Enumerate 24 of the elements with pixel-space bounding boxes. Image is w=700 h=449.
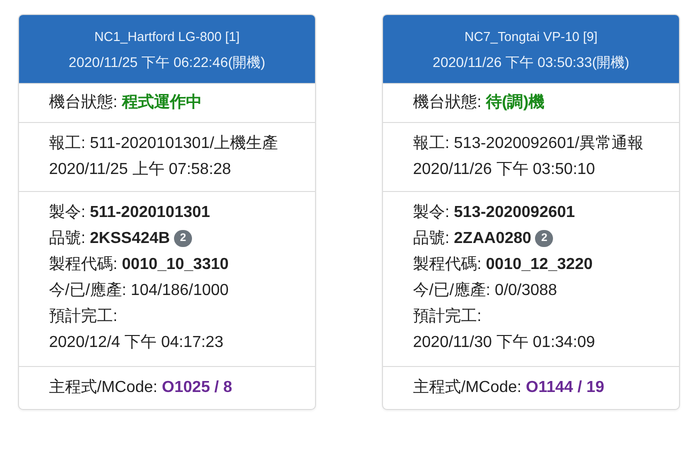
report-text: 報工: 513-2020092601/異常通報 2020/11/26 下午 03:50:10 [413, 134, 644, 180]
detail-text: 製令: 513-2020092601 [413, 204, 575, 221]
mcode-text: 主程式/MCode: O1144 / 19 [413, 379, 604, 396]
header-timestamp: 2020/11/25 下午 06:22:46(開機) [68, 53, 266, 72]
detail-label: 預計完工: [49, 306, 118, 327]
machine-title: NC7_Tongtai VP-10 [9] [464, 28, 598, 46]
machine-status: 機台狀態: 待(調)機 [413, 94, 545, 111]
header-timestamp: 2020/11/26 下午 03:50:33(開機) [432, 53, 630, 72]
detail-text: 製程代碼: 0010_10_3310 [49, 256, 229, 273]
count-badge: 2 [174, 230, 192, 247]
detail-text: 品號: 2ZAA0280 [413, 230, 532, 247]
report-text: 報工: 511-2020101301/上機生產 2020/11/25 上午 07:58:28 [49, 134, 280, 180]
count-badge: 2 [535, 230, 554, 247]
detail-label: 預計完工: [413, 306, 482, 327]
machine-title: NC1_Hartford LG-800 [1] [93, 28, 241, 46]
mcode-text: 主程式/MCode: O1025 / 8 [49, 379, 232, 396]
detail-text: 製令: 511-2020101301 [49, 204, 210, 221]
detail-text: 今/已/應產: 104/186/1000 [49, 282, 229, 299]
detail-text: 品號: 2KSS424B [49, 230, 170, 247]
detail-text: 製程代碼: 0010_12_3220 [413, 256, 593, 273]
detail-text: 今/已/應產: 0/0/3088 [413, 282, 558, 299]
machine-status: 機台狀態: 程式運作中 [49, 94, 202, 111]
detail-value: 2020/12/4 下午 04:17:23 [49, 333, 224, 353]
detail-value: 2020/11/30 下午 01:34:09 [413, 333, 596, 353]
